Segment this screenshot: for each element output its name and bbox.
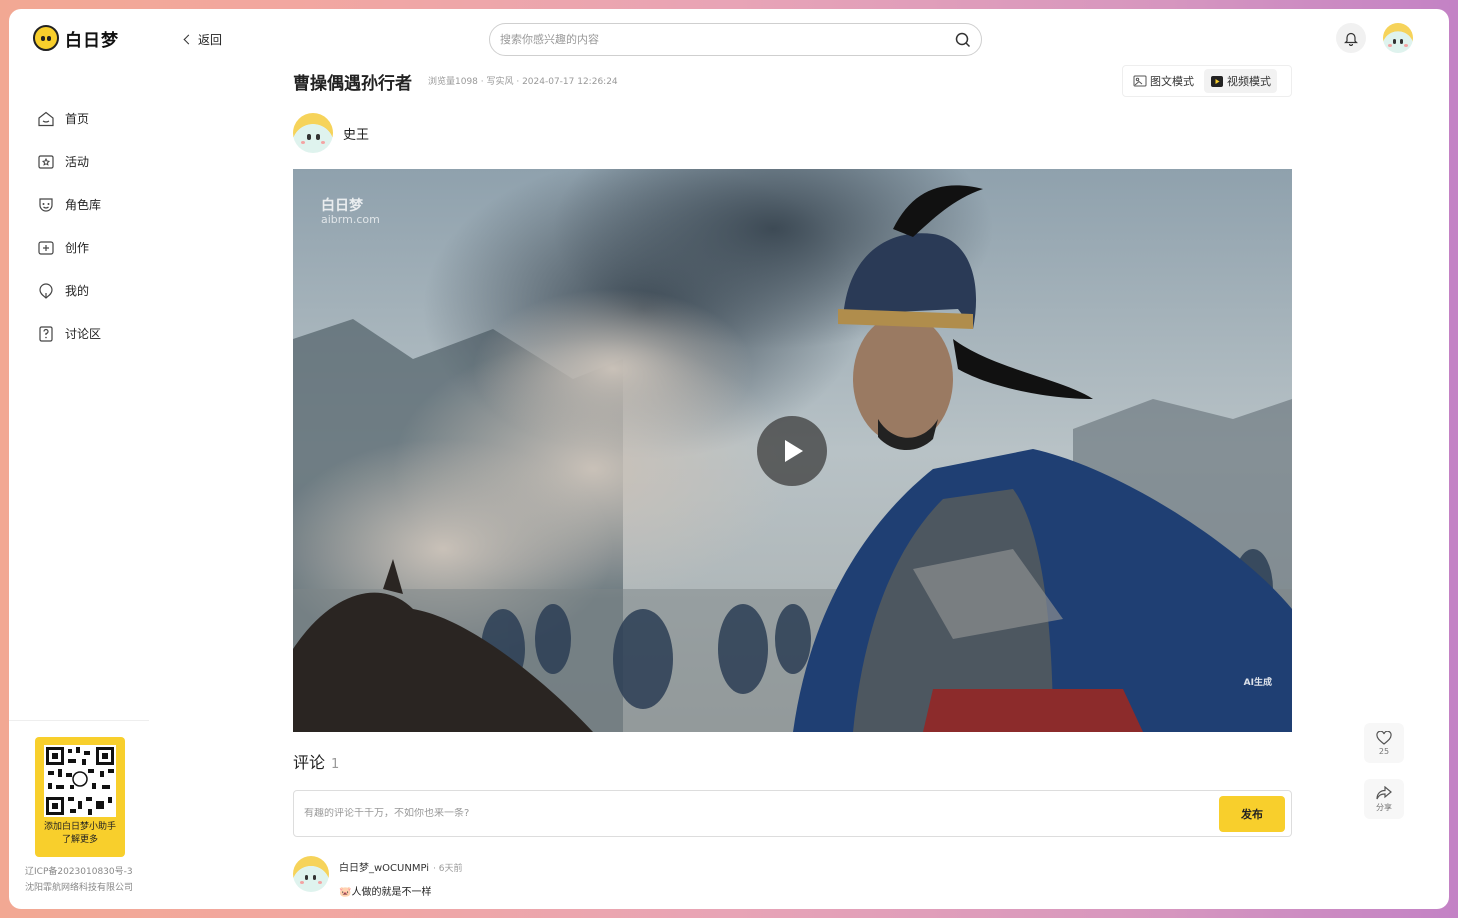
icp-link[interactable]: 辽ICP备2023010830号-3: [25, 864, 133, 880]
avatar-cheek: [300, 881, 304, 884]
character-icon: [39, 197, 53, 212]
sidebar-item-label: 讨论区: [65, 327, 102, 341]
notification-button[interactable]: [1336, 23, 1366, 53]
avatar-cheek: [1388, 44, 1392, 47]
avatar-cheek: [301, 141, 305, 144]
avatar-eye: [1400, 39, 1403, 44]
qr-card[interactable]: 添加白日梦小助手 了解更多: [35, 737, 125, 857]
qr-code: [44, 745, 116, 817]
sidebar-item-create[interactable]: 创作: [37, 226, 157, 269]
image-text-mode-button[interactable]: 图文模式: [1127, 69, 1200, 93]
avatar-cheek: [318, 881, 322, 884]
sidebar-item-characters[interactable]: 角色库: [37, 183, 157, 226]
post-author[interactable]: 史王: [293, 113, 369, 153]
comment-content: 人做的就是不一样: [351, 887, 432, 898]
watermark-logo: 白日梦: [321, 198, 363, 214]
search-input[interactable]: [500, 33, 955, 46]
logo-text: 白日梦: [65, 30, 119, 51]
sidebar-item-discussion[interactable]: 讨论区: [37, 312, 157, 355]
ai-generated-tag: AI生成: [1243, 678, 1272, 688]
mode-label: 视频模式: [1227, 75, 1271, 88]
logo-icon: [33, 25, 59, 51]
back-label: 返回: [198, 33, 223, 47]
avatar-eye: [313, 875, 316, 880]
home-icon: [38, 111, 54, 126]
video-player[interactable]: 白日梦 aibrm.com AI生成: [293, 169, 1292, 732]
qr-caption: 了解更多: [61, 835, 98, 845]
video-icon: [1211, 76, 1223, 87]
avatar-cheek: [1404, 44, 1408, 47]
mode-label: 图文模式: [1150, 75, 1194, 88]
post-meta: 浏览量1098 · 写实风 · 2024-07-17 12:26:24: [428, 77, 618, 87]
company-name: 沈阳霏航网络科技有限公司: [25, 883, 134, 893]
search-bar[interactable]: [489, 23, 982, 56]
sidebar-item-profile[interactable]: 我的: [37, 269, 157, 312]
back-button[interactable]: 返回: [183, 31, 223, 48]
sidebar-item-label: 创作: [65, 241, 90, 255]
avatar-eye: [305, 875, 308, 880]
comments-heading: 评论 1: [293, 749, 339, 773]
comment-text: 🐷人做的就是不一样: [339, 883, 463, 898]
app-window: 白日梦 返回 首页 活动 角色库 创作: [9, 9, 1449, 909]
avatar-eye: [307, 134, 311, 140]
publish-button[interactable]: 发布: [1219, 795, 1285, 832]
like-button[interactable]: 25: [1364, 723, 1404, 763]
image-text-icon: [1133, 75, 1147, 87]
share-icon: [1376, 785, 1392, 799]
sidebar-item-label: 首页: [65, 112, 90, 126]
watermark-url: aibrm.com: [321, 213, 380, 226]
comment-item: 白日梦_wOCUNMPi · 6天前 🐷人做的就是不一样 ↑ □ 回复: [293, 856, 463, 909]
sidebar-item-label: 我的: [65, 284, 90, 298]
play-icon: [785, 440, 803, 462]
comment-input[interactable]: [304, 808, 1219, 819]
comment-username[interactable]: 白日梦_wOCUNMPi: [339, 863, 429, 874]
activity-icon: [38, 154, 54, 169]
logo[interactable]: 白日梦: [33, 25, 119, 51]
heart-icon: [1376, 730, 1392, 745]
sidebar-item-home[interactable]: 首页: [37, 97, 157, 140]
comments-count: 1: [331, 757, 340, 772]
chevron-left-icon: [183, 34, 194, 45]
like-count: 25: [1378, 746, 1390, 756]
thumb-up-icon[interactable]: ↑: [339, 908, 346, 909]
avatar-eye: [316, 134, 320, 140]
bell-icon: [1344, 32, 1358, 46]
author-name[interactable]: 史王: [343, 124, 369, 143]
share-button[interactable]: 分享: [1364, 779, 1404, 819]
comment-time: · 6天前: [433, 864, 463, 874]
user-avatar[interactable]: [1383, 23, 1413, 53]
video-mode-button[interactable]: 视频模式: [1204, 69, 1277, 93]
comment-icon[interactable]: □: [364, 908, 372, 909]
avatar-cheek: [321, 141, 325, 144]
sidebar-item-activity[interactable]: 活动: [37, 140, 157, 183]
profile-icon: [39, 282, 53, 299]
create-icon: [38, 240, 54, 255]
sidebar-item-label: 角色库: [65, 198, 102, 212]
post-title: 曹操偶遇孙行者: [293, 74, 412, 94]
sidebar-nav: 首页 活动 角色库 创作 我的 讨论区: [37, 97, 157, 355]
play-button[interactable]: [757, 416, 827, 486]
comments-title: 评论: [293, 753, 326, 772]
comment-composer: 发布: [293, 790, 1292, 837]
sidebar-item-label: 活动: [65, 155, 90, 169]
reply-button[interactable]: 回复: [389, 908, 405, 909]
author-avatar[interactable]: [293, 113, 333, 153]
share-label: 分享: [1376, 802, 1392, 812]
discussion-icon: [39, 325, 53, 342]
comment-actions: ↑ □ 回复: [339, 908, 463, 909]
footer-info: 辽ICP备2023010830号-3 沈阳霏航网络科技有限公司: [25, 864, 133, 896]
pig-emoji-icon: 🐷: [339, 887, 352, 898]
avatar-eye: [1393, 39, 1396, 44]
comment-body: 白日梦_wOCUNMPi · 6天前 🐷人做的就是不一样 ↑ □ 回复: [339, 856, 463, 909]
commenter-avatar[interactable]: [293, 856, 329, 892]
sidebar-divider: [9, 720, 149, 721]
mode-switch: 图文模式 视频模式: [1122, 65, 1292, 97]
search-icon[interactable]: [955, 32, 971, 48]
qr-caption: 添加白日梦小助手: [43, 822, 116, 832]
